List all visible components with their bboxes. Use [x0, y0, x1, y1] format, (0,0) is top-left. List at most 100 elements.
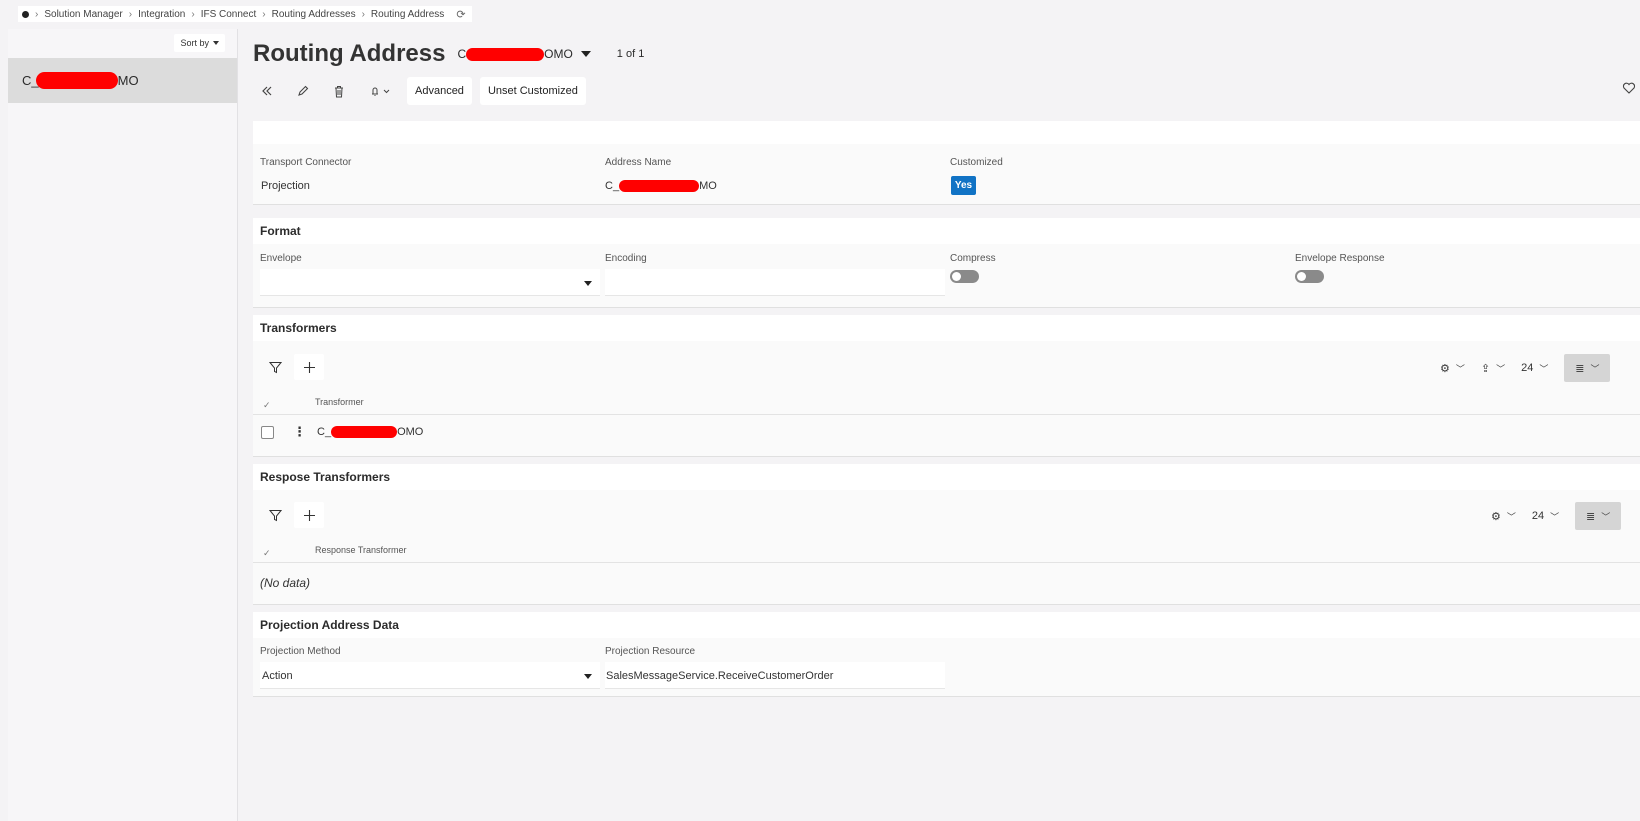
record-pager: 1 of 1	[616, 48, 645, 60]
favorite-heart-icon[interactable]	[1622, 82, 1636, 97]
filter-icon[interactable]	[260, 354, 290, 380]
redaction-mark	[331, 426, 398, 438]
response-transformers-card: Respose Transformers ⚙ ﹀ 24 ﹀ ≣ ﹀ ✓ Respons…	[253, 464, 1640, 605]
view-mode-list-icon[interactable]: ≣ ﹀	[1575, 502, 1622, 530]
transformer-row-prefix: C_	[317, 426, 332, 438]
breadcrumb: › Solution Manager › Integration › IFS C…	[18, 6, 472, 22]
caret-down-icon	[580, 51, 591, 57]
record-key-selector[interactable]: C OMO	[457, 47, 591, 61]
record-list-panel: Sort by C_ MO	[8, 29, 238, 821]
transformer-row-suffix: OMO	[397, 426, 424, 438]
sort-by-label: Sort by	[180, 38, 209, 48]
chevron-right-icon: ›	[191, 8, 195, 20]
add-plus-icon[interactable]	[294, 502, 324, 528]
redaction-mark	[35, 72, 118, 89]
envelope-select[interactable]	[260, 269, 600, 296]
select-all-check-icon[interactable]: ✓	[263, 548, 271, 559]
envelope-label: Envelope	[260, 253, 302, 264]
projection-address-card: Projection Address Data Projection Metho…	[253, 612, 1640, 697]
edit-pencil-icon[interactable]	[289, 77, 317, 105]
caret-down-icon	[213, 41, 219, 45]
caret-down-icon	[584, 281, 592, 286]
transformers-card: Transformers ⚙ ﹀ ⇪ ﹀ 24 ﹀ ≣ ﹀ ✓ Transformer …	[253, 315, 1640, 457]
compress-toggle[interactable]	[950, 270, 979, 283]
title-row: Routing Address C OMO 1 of 1	[253, 40, 644, 68]
list-item-suffix: MO	[117, 73, 139, 88]
sort-by-button[interactable]: Sort by	[174, 34, 225, 52]
refresh-icon[interactable]: ⟳	[456, 8, 465, 21]
list-item[interactable]: C_ MO	[8, 58, 237, 103]
response-grid-options: ⚙ ﹀ 24 ﹀ ≣ ﹀	[1491, 502, 1622, 530]
filter-icon[interactable]	[260, 502, 290, 528]
settings-gear-icon[interactable]: ⚙ ﹀	[1491, 510, 1516, 523]
page-size-select[interactable]: 24 ﹀	[1532, 510, 1559, 523]
chevron-right-icon: ›	[128, 8, 133, 20]
projection-resource-input[interactable]: SalesMessageService.ReceiveCustomerOrder	[605, 662, 945, 689]
transport-connector-label: Transport Connector	[260, 157, 352, 168]
format-title: Format	[253, 218, 1640, 244]
chevron-right-icon: ›	[262, 8, 266, 20]
record-key-prefix: C	[457, 47, 467, 61]
response-grid-tools	[260, 502, 324, 528]
breadcrumb-item-routing-addresses[interactable]: Routing Addresses	[272, 9, 356, 20]
envelope-response-toggle[interactable]	[1295, 270, 1324, 283]
projection-resource-value: SalesMessageService.ReceiveCustomerOrder	[606, 670, 834, 682]
transformers-grid-tools	[260, 354, 324, 380]
customized-label: Customized	[950, 157, 1003, 168]
page-size-select[interactable]: 24 ﹀	[1521, 362, 1548, 375]
format-card: Format Envelope Encoding Compress Envelo…	[253, 218, 1640, 308]
breadcrumb-item-solution-manager[interactable]: Solution Manager	[44, 9, 122, 20]
caret-down-icon	[584, 674, 592, 679]
projection-resource-label: Projection Resource	[605, 646, 696, 657]
table-row[interactable]: C_ OMO	[317, 426, 423, 438]
select-all-check-icon[interactable]: ✓	[263, 400, 271, 411]
advanced-button[interactable]: Advanced	[407, 77, 472, 105]
toolbar: Advanced Unset Customized	[253, 77, 586, 105]
transformers-grid-options: ⚙ ﹀ ⇪ ﹀ 24 ﹀ ≣ ﹀	[1440, 354, 1611, 382]
compress-label: Compress	[950, 253, 996, 264]
address-name-prefix: C_	[605, 180, 620, 192]
row-checkbox[interactable]	[261, 426, 274, 439]
projection-address-title: Projection Address Data	[253, 612, 1640, 638]
encoding-label: Encoding	[605, 253, 647, 264]
envelope-response-label: Envelope Response	[1295, 253, 1385, 264]
record-key-suffix: OMO	[544, 47, 573, 61]
row-divider	[253, 562, 1640, 563]
add-plus-icon[interactable]	[294, 354, 324, 380]
customized-yes-badge: Yes	[951, 176, 976, 195]
breadcrumb-item-integration[interactable]: Integration	[138, 9, 185, 20]
transformer-column-header[interactable]: Transformer	[315, 397, 364, 407]
encoding-input[interactable]	[605, 269, 945, 296]
general-card: Transport Connector Projection Address N…	[253, 121, 1640, 205]
card-header-empty	[253, 121, 1640, 144]
address-name-suffix: MO	[699, 180, 717, 192]
row-menu-kebab-icon[interactable]: ⋮	[293, 424, 306, 440]
address-name-value: C_ MO	[605, 180, 717, 192]
transport-connector-value: Projection	[261, 180, 310, 192]
address-name-label: Address Name	[605, 157, 672, 168]
breadcrumb-item-routing-address: Routing Address	[370, 8, 445, 20]
response-transformer-column-header[interactable]: Response Transformer	[315, 545, 407, 555]
collapse-list-icon[interactable]	[253, 77, 281, 105]
notification-bell-icon[interactable]	[361, 77, 399, 105]
home-dot-icon[interactable]	[22, 10, 29, 18]
breadcrumb-item-ifs-connect[interactable]: IFS Connect	[201, 9, 257, 20]
delete-trash-icon[interactable]	[325, 77, 353, 105]
response-transformers-title: Respose Transformers	[253, 464, 1640, 490]
view-mode-list-icon[interactable]: ≣ ﹀	[1564, 354, 1611, 382]
projection-method-select[interactable]: Action	[260, 662, 600, 689]
unset-customized-button[interactable]: Unset Customized	[479, 77, 586, 105]
chevron-right-icon: ›	[35, 8, 39, 20]
transformers-title: Transformers	[253, 315, 1640, 341]
row-divider	[253, 414, 1640, 415]
projection-method-label: Projection Method	[260, 646, 341, 657]
export-icon[interactable]: ⇪ ﹀	[1481, 362, 1505, 375]
redaction-mark	[466, 47, 545, 61]
chevron-right-icon: ›	[361, 8, 365, 20]
page-title: Routing Address	[253, 40, 446, 67]
page-size-value: 24	[1521, 362, 1534, 374]
redaction-mark	[619, 180, 700, 192]
settings-gear-icon[interactable]: ⚙ ﹀	[1440, 362, 1465, 375]
projection-method-value: Action	[262, 670, 293, 682]
no-data-text: (No data)	[260, 576, 311, 590]
